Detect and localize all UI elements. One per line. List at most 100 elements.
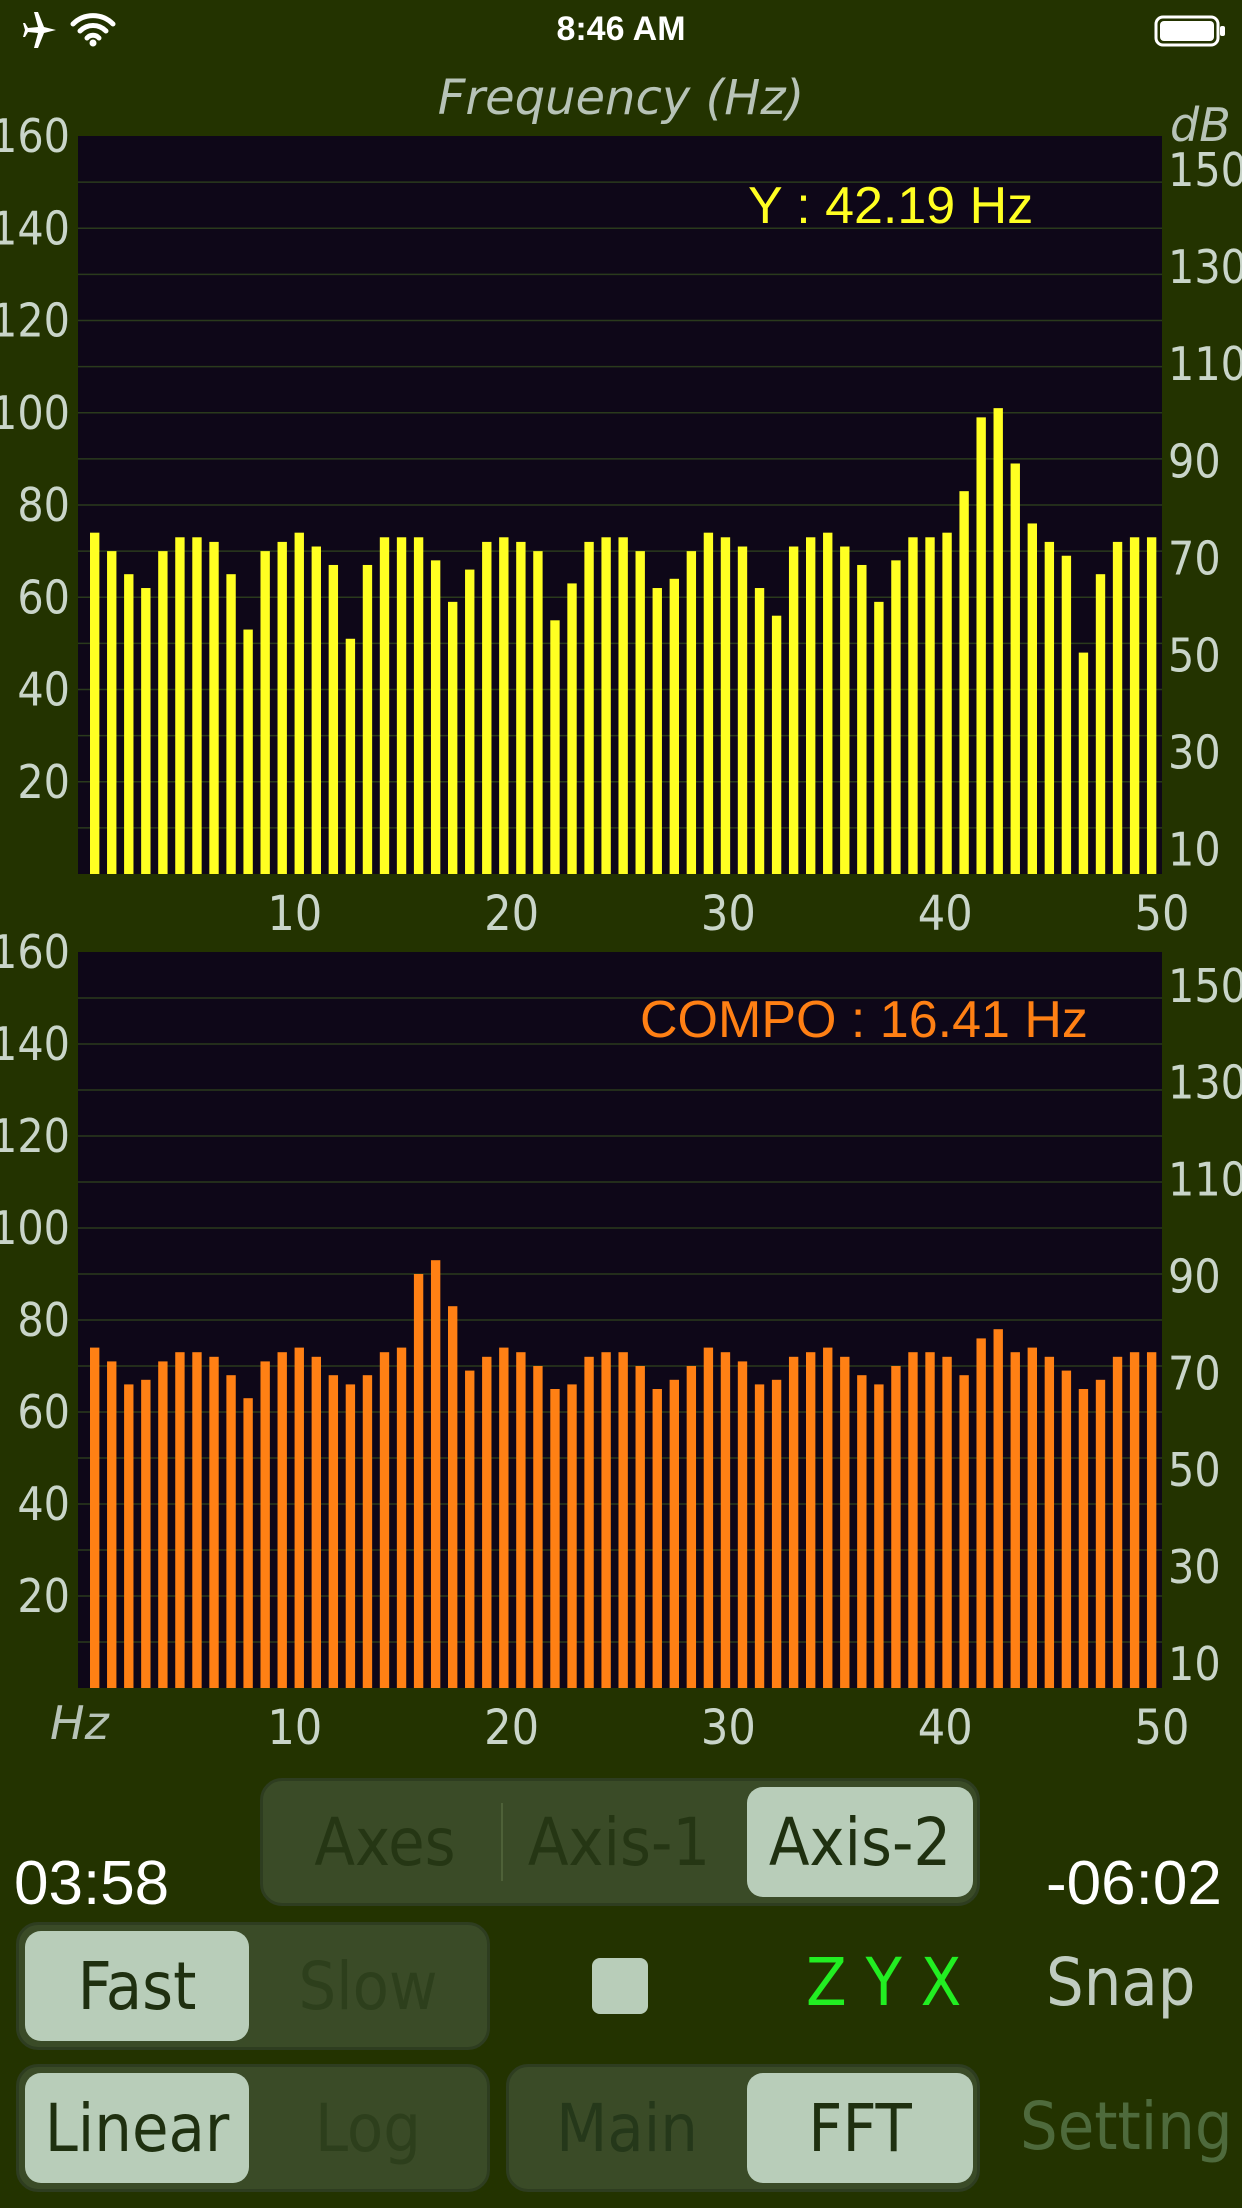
bar — [533, 1366, 543, 1688]
bar — [584, 1356, 594, 1688]
bar — [396, 537, 407, 874]
bar — [1078, 652, 1089, 874]
bar — [294, 532, 304, 874]
bottom-chart-annotation: COMPO : 16.41 Hz — [640, 991, 1088, 1049]
bar — [601, 1352, 611, 1688]
bar — [806, 1352, 816, 1688]
tab-log[interactable]: Log — [255, 2073, 481, 2183]
bar — [192, 1352, 202, 1688]
bar — [925, 537, 935, 874]
bar — [209, 1356, 219, 1688]
tab-linear[interactable]: Linear — [25, 2073, 249, 2183]
bar — [567, 1384, 577, 1688]
bar — [959, 491, 969, 874]
bar — [107, 1361, 117, 1688]
bar — [1095, 574, 1106, 874]
bar — [328, 564, 339, 874]
fft-charts: 20 40 60 80 100 120 140 160 10 30 50 70 90 110 130 150 1… — [0, 109, 1242, 1756]
bar — [90, 1347, 100, 1688]
bar — [141, 588, 151, 874]
y-left-tick-label: 60 — [17, 570, 70, 624]
y-left-tick-label: 100 — [0, 1201, 70, 1255]
bar — [107, 551, 117, 874]
bar — [243, 1398, 253, 1688]
tab-axis-2[interactable]: Axis-2 — [747, 1787, 973, 1897]
tab-axes[interactable]: Axes — [269, 1787, 501, 1897]
bar — [124, 574, 134, 874]
x-tick-label: 50 — [1135, 1700, 1190, 1756]
axes-order-button[interactable]: Z Y X — [806, 1944, 961, 2021]
y-right-tick-label: 10 — [1168, 823, 1221, 877]
bar — [379, 1352, 390, 1688]
bar — [482, 541, 492, 874]
bar — [976, 417, 986, 874]
bar — [277, 541, 287, 874]
bar — [465, 569, 475, 874]
bar — [703, 1347, 714, 1688]
bar — [840, 546, 850, 874]
x-tick-label: 10 — [267, 1700, 322, 1756]
y-left-tick-label: 140 — [0, 1017, 70, 1071]
bar — [1027, 523, 1037, 874]
bar — [533, 551, 543, 874]
bar — [192, 537, 202, 874]
bar — [771, 1379, 782, 1688]
bar — [1129, 1352, 1140, 1688]
bar — [942, 532, 952, 874]
bar — [260, 1361, 270, 1688]
snap-button[interactable]: Snap — [1046, 1944, 1195, 2021]
y-right-tick-label: 10 — [1168, 1637, 1221, 1691]
x-tick-label: 30 — [701, 886, 756, 942]
bar — [618, 1352, 628, 1688]
bar — [567, 583, 577, 874]
bar — [891, 1366, 901, 1688]
bar — [908, 537, 918, 874]
bar — [294, 1347, 304, 1688]
y-left-tick-label: 20 — [17, 1569, 70, 1623]
bar — [141, 1379, 151, 1688]
bar — [908, 1352, 918, 1688]
y-left-tick-label: 160 — [0, 109, 70, 163]
x-tick-label: 40 — [918, 1700, 973, 1756]
bar — [345, 1384, 356, 1688]
bar — [362, 1375, 373, 1688]
y-left-tick-label: 40 — [17, 1477, 70, 1531]
setting-button[interactable]: Setting — [1020, 2088, 1233, 2165]
bar — [942, 1356, 952, 1688]
y-left-tick-label: 140 — [0, 201, 70, 255]
bar — [1112, 541, 1123, 874]
bar — [1061, 1370, 1072, 1688]
tab-main[interactable]: Main — [515, 2073, 739, 2183]
bar — [635, 1366, 645, 1688]
bar — [737, 1361, 748, 1688]
bar — [1095, 1379, 1106, 1688]
y-left-tick-label: 120 — [0, 294, 70, 348]
tab-axis-1[interactable]: Axis-1 — [505, 1787, 733, 1897]
tab-slow[interactable]: Slow — [255, 1931, 481, 2041]
bar — [124, 1384, 134, 1688]
stop-button[interactable] — [592, 1958, 648, 2014]
bar — [482, 1356, 492, 1688]
tab-fast[interactable]: Fast — [25, 1931, 249, 2041]
bar — [277, 1352, 287, 1688]
bar — [959, 1375, 969, 1688]
bar — [430, 1260, 441, 1688]
y-left-tick-label: 60 — [17, 1385, 70, 1439]
bar — [413, 1274, 424, 1688]
y-right-tick-label: 130 — [1168, 1056, 1242, 1110]
tab-fft[interactable]: FFT — [747, 2073, 973, 2183]
bar — [601, 537, 611, 874]
bar — [925, 1352, 935, 1688]
bar — [1078, 1389, 1089, 1688]
bar — [788, 546, 799, 874]
scale-segmented-control: Linear Log — [16, 2064, 490, 2192]
bar — [703, 532, 714, 874]
bar — [430, 560, 441, 874]
bar — [448, 601, 458, 874]
bar — [226, 1375, 236, 1688]
y-right-tick-label: 50 — [1168, 629, 1221, 683]
bar — [857, 564, 867, 874]
bar — [175, 1352, 185, 1688]
y-left-tick-label: 120 — [0, 1109, 70, 1163]
bar — [448, 1306, 458, 1688]
